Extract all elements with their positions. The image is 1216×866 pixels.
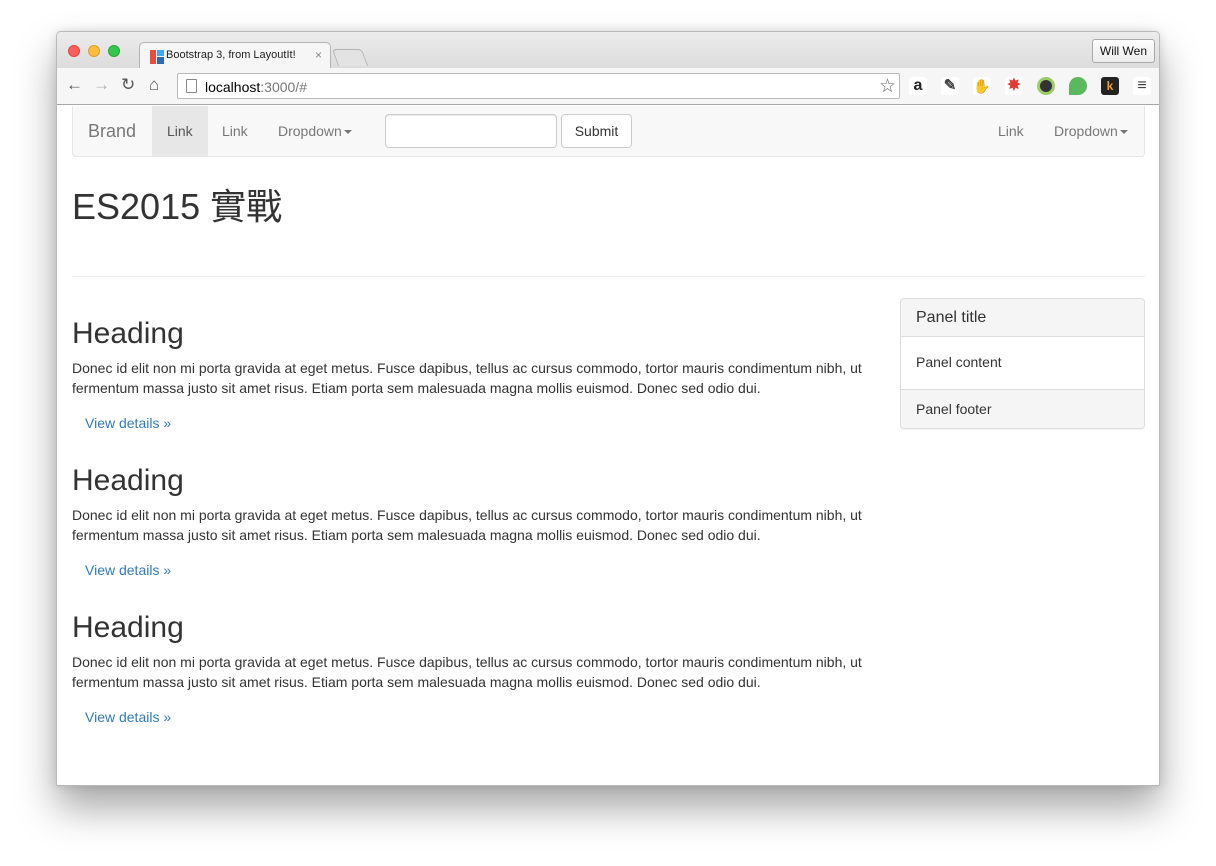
evernote-icon[interactable]: ✋ — [973, 77, 991, 95]
home-icon[interactable]: ⌂ — [149, 75, 159, 95]
content-section: Heading Donec id elit non mi porta gravi… — [72, 316, 872, 433]
address-bar[interactable]: localhost:3000/# ☆ — [177, 73, 900, 99]
search-input[interactable] — [385, 114, 557, 148]
section-heading: Heading — [72, 611, 184, 644]
nav-link-right[interactable]: Link — [998, 106, 1024, 156]
nav-link[interactable]: Link — [222, 106, 248, 156]
zoom-window-icon[interactable] — [108, 45, 120, 57]
new-tab-button[interactable] — [331, 49, 369, 66]
tab-strip: Bootstrap 3, from LayoutIt! × Will Wen — [57, 32, 1159, 69]
view-details-link[interactable]: View details » — [85, 415, 171, 431]
view-details-link[interactable]: View details » — [85, 562, 171, 578]
reload-icon[interactable]: ↻ — [121, 75, 135, 95]
chat-icon[interactable] — [1069, 77, 1087, 95]
back-arrow-icon[interactable]: ← — [66, 75, 83, 95]
browser-toolbar: ← → ↻ ⌂ localhost:3000/# ☆ a ✎ ✋ ✸ k ≡ — [57, 68, 1159, 105]
browser-window: Bootstrap 3, from LayoutIt! × Will Wen ←… — [56, 31, 1160, 786]
browser-tab[interactable]: Bootstrap 3, from LayoutIt! × — [139, 42, 331, 69]
nav-dropdown-left[interactable]: Dropdown — [278, 106, 352, 156]
navbar: Brand Link Link Dropdown Submit Link Dro… — [72, 106, 1145, 157]
caret-down-icon — [343, 130, 352, 135]
page-content: Brand Link Link Dropdown Submit Link Dro… — [57, 106, 1159, 785]
url-text[interactable]: localhost:3000/# — [205, 79, 307, 95]
tab-title: Bootstrap 3, from LayoutIt! — [166, 49, 296, 61]
nav-dropdown-right[interactable]: Dropdown — [1054, 106, 1128, 156]
menu-icon[interactable]: ≡ — [1133, 77, 1151, 95]
section-body: Donec id elit non mi porta gravida at eg… — [72, 507, 862, 543]
amazon-icon[interactable]: a — [909, 77, 927, 95]
submit-button[interactable]: Submit — [561, 114, 632, 148]
minimize-window-icon[interactable] — [88, 45, 100, 57]
page-title: ES2015 實戰 — [72, 186, 283, 227]
forward-arrow-icon[interactable]: → — [93, 75, 110, 95]
panel-content: Panel content — [916, 354, 1002, 370]
bookmark-star-icon[interactable]: ☆ — [879, 75, 896, 98]
content-section: Heading Donec id elit non mi porta gravi… — [72, 610, 872, 727]
close-window-icon[interactable] — [68, 45, 80, 57]
section-heading: Heading — [72, 317, 184, 350]
caret-down-icon — [1119, 130, 1128, 135]
profile-button[interactable]: Will Wen — [1091, 39, 1155, 63]
section-body: Donec id elit non mi porta gravida at eg… — [72, 654, 862, 690]
panel-title: Panel title — [901, 299, 1144, 337]
panel-footer: Panel footer — [901, 389, 1144, 428]
camera-icon[interactable] — [1037, 77, 1055, 95]
tool-icon[interactable]: ✎ — [941, 77, 959, 95]
nav-link-active[interactable]: Link — [152, 106, 208, 156]
badge-icon[interactable]: ✸ — [1005, 77, 1023, 95]
panel: Panel title Panel content Panel footer — [900, 298, 1145, 429]
navbar-brand[interactable]: Brand — [88, 106, 136, 156]
section-heading: Heading — [72, 464, 184, 497]
section-body: Donec id elit non mi porta gravida at eg… — [72, 360, 862, 396]
k-icon[interactable]: k — [1101, 77, 1119, 95]
view-details-link[interactable]: View details » — [85, 709, 171, 725]
page-icon — [186, 79, 197, 93]
tab-close-icon[interactable]: × — [315, 48, 322, 62]
content-section: Heading Donec id elit non mi porta gravi… — [72, 463, 872, 580]
layoutit-favicon-icon — [150, 50, 164, 64]
divider — [72, 276, 1145, 277]
